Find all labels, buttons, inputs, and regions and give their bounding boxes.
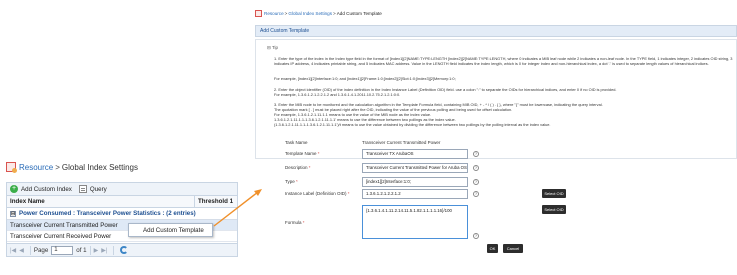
help-icon[interactable]: ? (473, 179, 479, 185)
required-marker: * (302, 220, 305, 225)
required-marker: * (317, 151, 320, 156)
tip-example-1: For example, [index1][2]Interface:1:0; a… (274, 76, 456, 81)
instance-label-input[interactable]: 1.3.6.1.2.1.2.2.1.2 (362, 189, 468, 199)
breadcrumb-separator: > (284, 11, 288, 16)
arrow-line (213, 191, 259, 227)
template-name-input[interactable]: Transceiver TX ArubaOS (362, 149, 468, 159)
breadcrumb-resource-link[interactable]: Resource (264, 11, 284, 16)
breadcrumb-current: Add Custom Template (336, 11, 382, 16)
add-custom-template-panel: Resource > Global Index Settings > Add C… (255, 8, 737, 268)
ok-button[interactable]: OK (487, 244, 498, 253)
type-label-text: Type (285, 179, 295, 184)
select-oid-button[interactable]: Select OID (542, 189, 566, 198)
breadcrumb: Resource > Global Index Settings > Add C… (255, 8, 737, 19)
formula-label-text: Formula (285, 220, 302, 225)
type-input[interactable]: [index1][2]Interface:1:0; (362, 177, 468, 187)
formula-textarea[interactable]: {1.3.6.1.4.1.11.2.14.11.5.1.82.1.1.1.1.1… (362, 205, 468, 239)
description-label-text: Description (285, 165, 308, 170)
tip-toggle[interactable]: ⊟ Tip (267, 45, 278, 51)
required-marker: * (347, 191, 350, 196)
instance-label-label-text: Instance Label (Definition OID) (285, 191, 347, 196)
template-name-label: Template Name * (285, 151, 320, 156)
tip-box: ⊟ Tip 1. Enter the type of the index in … (255, 39, 737, 159)
description-label: Description * (285, 165, 311, 170)
select-oid-button[interactable]: Select OID (542, 205, 566, 214)
help-icon[interactable]: ? (473, 233, 479, 239)
template-name-label-text: Template Name (285, 151, 317, 156)
breadcrumb-global-index-link[interactable]: Global Index Settings (288, 11, 332, 16)
formula-label: Formula * (285, 220, 305, 225)
resource-icon (255, 10, 262, 17)
task-name-label: Task Name (285, 140, 308, 145)
help-icon[interactable]: ? (473, 151, 479, 157)
instance-label-label: Instance Label (Definition OID) * (285, 191, 350, 196)
required-marker: * (308, 165, 311, 170)
tip-paragraph-1: 1. Enter the type of the index in the In… (274, 56, 733, 66)
breadcrumb-separator: > (333, 11, 336, 16)
help-icon[interactable]: ? (473, 191, 479, 197)
panel-title: Add Custom Template (255, 25, 737, 37)
task-name-value: Transceiver Current Transmitted Power (362, 140, 441, 145)
required-marker: * (296, 179, 298, 184)
tip-example-2: For example, 1.3.6.1.2.1.2.2.1.2 and 1.3… (274, 92, 401, 97)
help-icon[interactable]: ? (473, 165, 479, 171)
tip-example-3c: (1.3.6.1.2.1.11.1.1-1.3.6.1.2.1.11.1.1')… (274, 122, 551, 127)
cancel-button[interactable]: Cancel (503, 244, 523, 253)
description-input[interactable]: Transceiver Current Transmitted Power fo… (362, 163, 468, 173)
type-label: Type * (285, 179, 298, 184)
